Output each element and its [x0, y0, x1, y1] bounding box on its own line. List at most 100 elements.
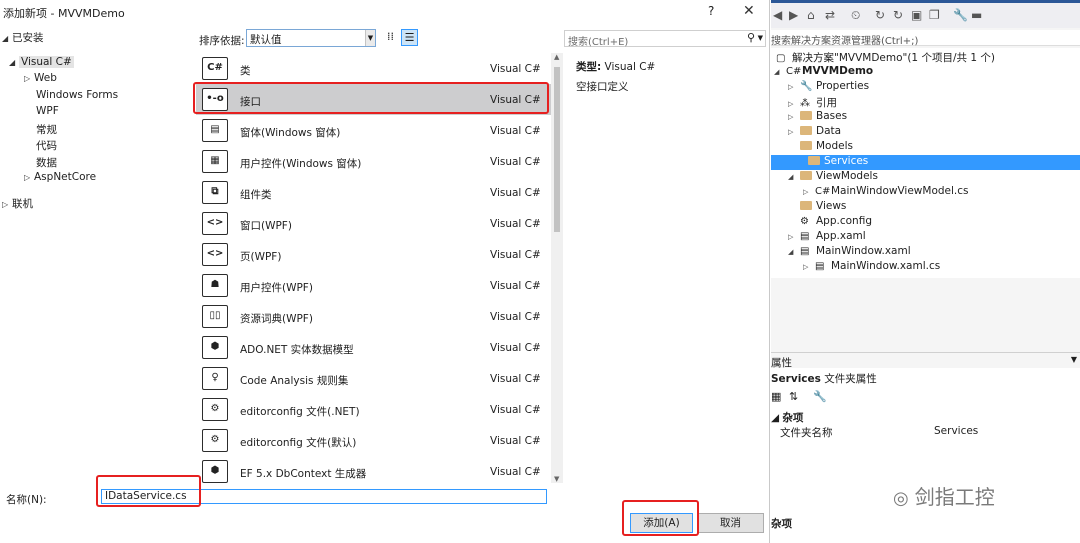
property-key: 文件夹名称: [780, 427, 833, 439]
template-row-windows-form[interactable]: ▤ 窗体(Windows 窗体) Visual C#: [196, 115, 551, 146]
collapsed-arrow-icon[interactable]: ▷: [788, 113, 800, 121]
node-models[interactable]: Models: [800, 140, 853, 155]
node-properties[interactable]: ▷ 🔧 Properties: [788, 80, 869, 95]
collapse-all-icon[interactable]: ▣: [911, 8, 922, 22]
list-view-button[interactable]: ☰: [401, 29, 418, 46]
dropdown-arrow-icon[interactable]: ▼: [758, 34, 763, 42]
expanded-arrow-icon[interactable]: ◢: [2, 34, 12, 43]
scroll-down-arrow-icon[interactable]: ▼: [554, 475, 559, 483]
template-row-interface[interactable]: •-o 接口 Visual C#: [196, 84, 551, 115]
template-row-editorconfig-dotnet[interactable]: ⚙ editorconfig 文件(.NET) Visual C#: [196, 394, 551, 425]
project-node[interactable]: ◢ C#MVVMDemo: [774, 65, 873, 80]
tree-windows-forms[interactable]: Windows Forms: [36, 89, 118, 101]
property-category[interactable]: ◢ 杂项: [771, 410, 803, 425]
property-value[interactable]: Services: [934, 425, 978, 437]
tree-online[interactable]: ▷ 联机: [2, 196, 33, 211]
node-references[interactable]: ▷ ⁂ 引用: [788, 95, 837, 110]
collapsed-arrow-icon[interactable]: ▷: [24, 173, 34, 182]
solution-search-input[interactable]: 搜索解决方案资源管理器(Ctrl+;): [771, 30, 1080, 47]
dropdown-arrow-icon[interactable]: ▼: [1071, 355, 1077, 364]
node-mainwindow-xaml-cs[interactable]: ▷ ▤ MainWindow.xaml.cs: [803, 260, 940, 275]
alphabetical-icon[interactable]: ⇅: [789, 390, 798, 403]
dialog-title: 添加新项 - MVVMDemo: [3, 7, 125, 20]
collapsed-arrow-icon[interactable]: ▷: [803, 263, 815, 271]
forward-icon[interactable]: ▶: [789, 8, 798, 22]
tree-data[interactable]: 数据: [36, 155, 57, 170]
tree-visual-csharp[interactable]: ◢ Visual C#: [9, 56, 74, 68]
properties-panel: Services 文件夹属性 ▦ ⇅ 🔧 ◢ 杂项 文件夹名称 Services…: [771, 368, 1080, 543]
pin-icon[interactable]: ▬: [971, 8, 982, 22]
node-app-xaml[interactable]: ▷ ▤ App.xaml: [788, 230, 866, 245]
template-row-code-analysis-ruleset[interactable]: ♀ Code Analysis 规则集 Visual C#: [196, 363, 551, 394]
template-row-wpf-user-control[interactable]: ☗ 用户控件(WPF) Visual C#: [196, 270, 551, 301]
scrollbar-thumb[interactable]: [554, 67, 560, 232]
template-row-resource-dictionary[interactable]: ▯▯ 资源词典(WPF) Visual C#: [196, 301, 551, 332]
property-row[interactable]: 文件夹名称 Services: [771, 425, 1080, 439]
property-pages-wrench-icon[interactable]: 🔧: [813, 390, 827, 403]
template-row-ado-net-model[interactable]: ⬢ ADO.NET 实体数据模型 Visual C#: [196, 332, 551, 363]
node-views[interactable]: Views: [800, 200, 846, 215]
categorized-icon[interactable]: ▦: [771, 390, 781, 403]
template-row-wpf-window[interactable]: <> 窗口(WPF) Visual C#: [196, 208, 551, 239]
collapsed-arrow-icon[interactable]: ▷: [788, 233, 800, 241]
node-services[interactable]: Services: [771, 155, 1080, 170]
expanded-arrow-icon[interactable]: ◢: [788, 248, 800, 256]
template-row-editorconfig-default[interactable]: ⚙ editorconfig 文件(默认) Visual C#: [196, 425, 551, 456]
expanded-arrow-icon[interactable]: ◢: [774, 68, 786, 76]
sync-icon[interactable]: ⇄: [825, 8, 835, 22]
editorconfig-icon: ⚙: [202, 398, 228, 421]
template-row-ef-dbcontext-generator[interactable]: ⬢ EF 5.x DbContext 生成器 Visual C#: [196, 456, 551, 483]
detail-type: 类型: Visual C#: [576, 61, 656, 73]
properties-wrench-icon[interactable]: 🔧: [953, 8, 968, 22]
watermark: ◎ 剑指工控: [893, 485, 995, 509]
tree-installed[interactable]: ◢ 已安装: [2, 30, 44, 45]
collapsed-arrow-icon[interactable]: ▷: [788, 83, 800, 91]
refresh-icon[interactable]: ↻: [893, 8, 903, 22]
collapse-arrow-icon[interactable]: ◢: [771, 412, 779, 424]
folder-icon: [800, 201, 812, 210]
copy-icon[interactable]: ❐: [929, 8, 940, 22]
template-row-component-class[interactable]: ⧉ 组件类 Visual C#: [196, 177, 551, 208]
tree-aspnetcore[interactable]: ▷ AspNetCore: [24, 171, 96, 183]
name-input[interactable]: IDataService.cs: [101, 489, 547, 504]
collapsed-arrow-icon[interactable]: ▷: [24, 74, 34, 83]
dropdown-arrow-icon[interactable]: ▼: [365, 30, 375, 46]
cancel-button[interactable]: 取消: [697, 513, 764, 533]
node-app-config[interactable]: ⚙ App.config: [800, 215, 872, 230]
tree-web[interactable]: ▷ Web: [24, 72, 57, 84]
back-icon[interactable]: ◀: [773, 8, 782, 22]
template-row-class[interactable]: C# 类 Visual C#: [196, 53, 551, 84]
properties-toolbar: ▦ ⇅ 🔧: [771, 388, 1080, 406]
template-list-scrollbar[interactable]: ▲ ▼: [551, 53, 563, 483]
collapsed-arrow-icon[interactable]: ▷: [788, 100, 800, 108]
properties-object[interactable]: Services 文件夹属性: [771, 371, 877, 386]
node-data[interactable]: ▷ Data: [788, 125, 841, 140]
search-icon[interactable]: ⚲: [747, 31, 755, 44]
expanded-arrow-icon[interactable]: ◢: [788, 173, 800, 181]
grid-view-button[interactable]: ⁞⁞: [382, 29, 399, 46]
node-viewmodels[interactable]: ◢ ViewModels: [788, 170, 878, 185]
help-button[interactable]: ?: [708, 4, 714, 18]
close-button[interactable]: ✕: [743, 3, 755, 19]
refresh-icon[interactable]: ↻: [875, 8, 885, 22]
node-bases[interactable]: ▷ Bases: [788, 110, 847, 125]
template-row-wpf-page[interactable]: <> 页(WPF) Visual C#: [196, 239, 551, 270]
sort-select[interactable]: 默认值 ▼: [246, 29, 376, 47]
template-search-input[interactable]: 搜索(Ctrl+E) ⚲ ▼: [564, 30, 766, 48]
tree-code[interactable]: 代码: [36, 138, 57, 153]
folder-icon: [800, 171, 812, 180]
collapsed-arrow-icon[interactable]: ▷: [2, 200, 12, 209]
node-mainwindowviewmodel[interactable]: ▷ C#MainWindowViewModel.cs: [803, 185, 969, 200]
home-icon[interactable]: ⌂: [807, 8, 815, 22]
template-row-winforms-user-control[interactable]: ▦ 用户控件(Windows 窗体) Visual C#: [196, 146, 551, 177]
scroll-up-arrow-icon[interactable]: ▲: [554, 53, 559, 61]
collapsed-arrow-icon[interactable]: ▷: [788, 128, 800, 136]
tree-conventional[interactable]: 常规: [36, 122, 57, 137]
tree-wpf[interactable]: WPF: [36, 105, 59, 117]
history-icon[interactable]: ⏲: [851, 8, 860, 23]
add-button[interactable]: 添加(A): [630, 513, 693, 533]
expanded-arrow-icon[interactable]: ◢: [9, 58, 19, 67]
node-mainwindow-xaml[interactable]: ◢ ▤ MainWindow.xaml: [788, 245, 911, 260]
collapsed-arrow-icon[interactable]: ▷: [803, 188, 815, 196]
solution-node[interactable]: ▢ 解决方案"MVVMDemo"(1 个项目/共 1 个): [776, 50, 995, 65]
